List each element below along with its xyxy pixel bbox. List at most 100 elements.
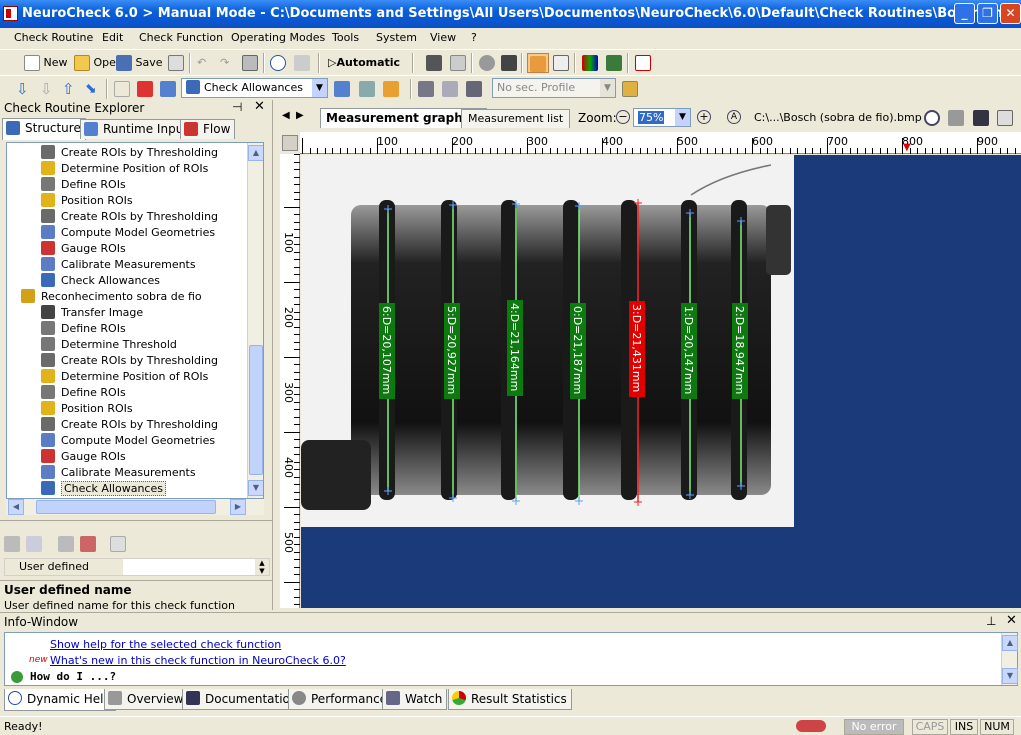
maximize-button[interactable]: ❐	[977, 3, 998, 24]
lock-button[interactable]	[620, 79, 638, 99]
context-help-button[interactable]	[292, 53, 310, 73]
automatic-button[interactable]: ▷Automatic	[326, 53, 400, 73]
menu-check-function[interactable]: Check Function	[139, 31, 223, 44]
redo-button[interactable]: ↷	[218, 53, 229, 73]
tree-node[interactable]: Position ROIs	[41, 401, 133, 417]
tab-measurement-list[interactable]: Measurement list	[461, 109, 571, 128]
tab-next-icon[interactable]: ▶	[296, 110, 304, 121]
tree-node[interactable]: Create ROIs by Thresholding	[41, 417, 218, 433]
pin-icon[interactable]: ⊥	[986, 614, 996, 628]
copy-icon[interactable]	[997, 110, 1013, 126]
tree-horizontal-scrollbar[interactable]: ◀ ▶	[6, 499, 264, 515]
report-button[interactable]	[633, 53, 651, 73]
tab-dynamic-help[interactable]: Dynamic Help	[4, 689, 117, 711]
tree-node[interactable]: Determine Threshold	[41, 337, 177, 353]
structure-tree[interactable]: Create ROIs by Thresholding Determine Pos…	[6, 142, 264, 499]
new-button[interactable]: New	[22, 53, 68, 73]
zoom-combo[interactable]: 75% ▼	[633, 108, 691, 127]
print-button[interactable]	[240, 53, 258, 73]
tab-flow[interactable]: Flow	[180, 119, 236, 139]
tab-runtime-input[interactable]: Runtime Input	[80, 119, 194, 139]
chevron-down-icon[interactable]: ▼	[600, 79, 615, 97]
film-button[interactable]	[499, 53, 517, 73]
insert-button[interactable]	[357, 79, 375, 99]
menu-help[interactable]: ?	[471, 31, 477, 44]
tab-performance[interactable]: Performance	[288, 689, 393, 710]
zoom-out-icon[interactable]: −	[616, 110, 630, 124]
tab-structure[interactable]: Structure	[2, 118, 86, 140]
menu-edit[interactable]: Edit	[102, 31, 123, 44]
help-link[interactable]: Show help for the selected check functio…	[50, 638, 281, 651]
tree-node[interactable]: Calibrate Measurements	[41, 257, 196, 273]
rgb-button[interactable]	[580, 53, 598, 73]
tree-node[interactable]: Create ROIs by Thresholding	[41, 353, 218, 369]
close-button[interactable]: ✕	[1000, 3, 1021, 24]
move-down-disabled-button[interactable]: ⇩	[38, 79, 53, 99]
user-defined-name-input[interactable]	[125, 559, 253, 575]
printer-icon[interactable]	[948, 110, 964, 126]
pin-icon[interactable]: ⊣	[232, 100, 242, 114]
alphabetical-sort-icon[interactable]	[26, 536, 42, 552]
tree-node[interactable]: Create ROIs by Thresholding	[41, 209, 218, 225]
magnifier-icon[interactable]	[924, 110, 940, 126]
properties-page-icon[interactable]	[58, 536, 74, 552]
tab-result-statistics[interactable]: Result Statistics	[448, 689, 572, 710]
tree-hscroll-thumb[interactable]	[36, 500, 216, 514]
pointer-button[interactable]	[551, 53, 569, 73]
floppy-disk-icon[interactable]	[973, 110, 989, 126]
save-button[interactable]: Save	[114, 53, 163, 73]
security-profile-combo[interactable]: No sec. Profile ▼	[492, 78, 616, 98]
scroll-right-icon[interactable]: ▶	[230, 499, 246, 515]
close-icon[interactable]: ✕	[254, 99, 265, 114]
tree-node[interactable]: Determine Position of ROIs	[41, 369, 208, 385]
scroll-left-icon[interactable]: ◀	[8, 499, 24, 515]
snap-button[interactable]	[448, 53, 466, 73]
chevron-down-icon[interactable]: ▼	[312, 79, 327, 97]
annotation-icon[interactable]: A	[727, 110, 741, 124]
grid-button[interactable]	[527, 53, 549, 73]
tree-node[interactable]: Calibrate Measurements	[41, 465, 196, 481]
list-button[interactable]	[332, 79, 350, 99]
menu-operating-modes[interactable]: Operating Modes	[231, 31, 325, 44]
minimize-button[interactable]: _	[954, 3, 975, 24]
settings-button[interactable]	[477, 53, 495, 73]
tree-node[interactable]: Define ROIs	[41, 385, 126, 401]
undo-button[interactable]: ↶	[195, 53, 206, 73]
numbering-button[interactable]	[112, 79, 130, 99]
sort-button[interactable]	[158, 79, 176, 99]
info-button[interactable]	[268, 53, 286, 73]
tree-node[interactable]: Check Allowances	[41, 273, 160, 289]
tree-node[interactable]: Create ROIs by Thresholding	[41, 145, 218, 161]
zoom-in-icon[interactable]: +	[697, 110, 711, 124]
tree-node[interactable]: Position ROIs	[41, 193, 133, 209]
menu-tools[interactable]: Tools	[332, 31, 359, 44]
step-button[interactable]: ⬊	[83, 79, 97, 99]
scroll-down-icon[interactable]: ▼	[248, 480, 263, 496]
scroll-up-icon[interactable]: ▲	[1002, 635, 1018, 651]
categorized-icon[interactable]	[4, 536, 20, 552]
move-up-button[interactable]: ⇧	[60, 79, 75, 99]
menu-system[interactable]: System	[376, 31, 417, 44]
tree-scroll-thumb[interactable]	[249, 345, 263, 475]
table-button[interactable]	[440, 79, 458, 99]
tree-vertical-scrollbar[interactable]: ▲ ▼	[247, 143, 263, 498]
tree-node[interactable]: Check Allowances	[41, 481, 166, 497]
info-scrollbar[interactable]: ▲ ▼	[1001, 633, 1018, 685]
export-button[interactable]	[604, 53, 622, 73]
tree-node[interactable]: Determine Position of ROIs	[41, 161, 208, 177]
add-function-button[interactable]	[135, 79, 153, 99]
tree-node[interactable]: Reconhecimento sobra de fio	[21, 289, 202, 305]
tree-node[interactable]: Compute Model Geometries	[41, 433, 215, 449]
tree-node[interactable]: Gauge ROIs	[41, 449, 126, 465]
tab-prev-icon[interactable]: ◀	[282, 110, 290, 121]
ruler-corner[interactable]	[280, 132, 300, 154]
tree-node[interactable]: Transfer Image	[41, 305, 143, 321]
tab-documentation[interactable]: Documentation	[182, 689, 303, 710]
tree-node[interactable]: Define ROIs	[41, 321, 126, 337]
tree-node[interactable]: Define ROIs	[41, 177, 126, 193]
app-icon[interactable]	[3, 6, 18, 21]
scroll-up-icon[interactable]: ▲	[248, 145, 263, 161]
grid-view-button[interactable]	[464, 79, 482, 99]
menu-check-routine[interactable]: Check Routine	[14, 31, 93, 44]
tab-overview[interactable]: Overview	[104, 689, 189, 710]
